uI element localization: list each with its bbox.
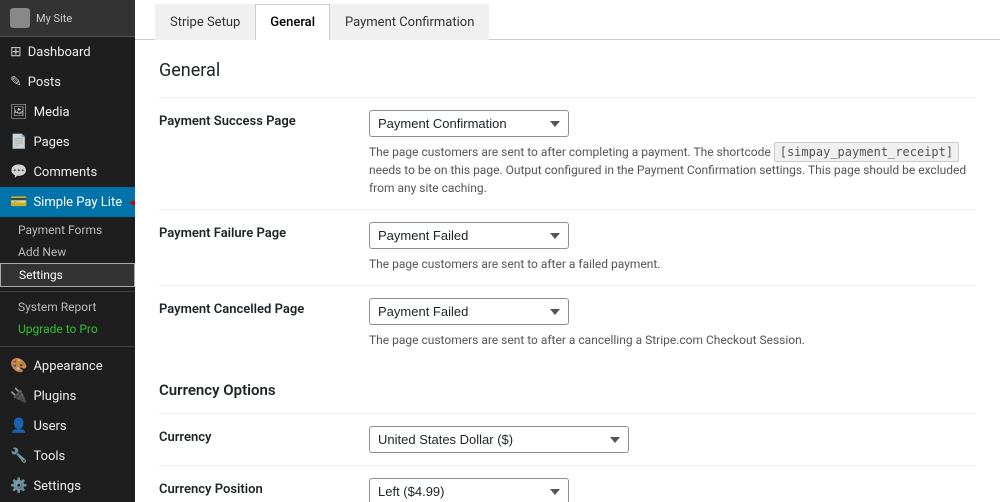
payment-cancelled-row: Payment Cancelled Page Payment Failed Th… bbox=[159, 286, 976, 362]
sub-item-label: Settings bbox=[19, 268, 63, 282]
main-content: Stripe Setup General Payment Confirmatio… bbox=[135, 0, 1000, 502]
payment-cancelled-description: The page customers are sent to after a c… bbox=[369, 331, 969, 349]
desc-prefix: The page customers are sent to after com… bbox=[369, 145, 774, 159]
payment-success-label: Payment Success Page bbox=[159, 98, 359, 210]
sub-item-label: Upgrade to Pro bbox=[18, 322, 98, 336]
sidebar-item-label: Pages bbox=[33, 135, 69, 150]
sidebar-sub-settings[interactable]: Settings bbox=[0, 263, 135, 287]
sidebar-item-label: Dashboard bbox=[28, 45, 91, 60]
currency-label: Currency bbox=[159, 414, 359, 466]
tab-label: General bbox=[270, 15, 315, 30]
site-icon bbox=[10, 8, 30, 28]
currency-row: Currency United States Dollar ($) bbox=[159, 414, 976, 466]
tabs-bar: Stripe Setup General Payment Confirmatio… bbox=[135, 0, 1000, 40]
currency-table: Currency United States Dollar ($) Curren… bbox=[159, 413, 976, 502]
sidebar-item-label: Posts bbox=[28, 75, 61, 90]
sidebar-item-label: Comments bbox=[33, 165, 97, 180]
desc-suffix: needs to be on this page. Output configu… bbox=[369, 163, 966, 195]
sidebar-sub-system-report[interactable]: System Report bbox=[0, 296, 135, 318]
page-title: General bbox=[159, 60, 976, 81]
payment-success-description: The page customers are sent to after com… bbox=[369, 143, 969, 197]
tab-general[interactable]: General bbox=[255, 4, 330, 40]
comments-icon: 💬 bbox=[10, 164, 27, 180]
plugins-icon: 🔌 bbox=[10, 388, 27, 404]
payment-failure-label: Payment Failure Page bbox=[159, 210, 359, 286]
sidebar-logo: My Site bbox=[0, 0, 135, 37]
pages-icon: 📄 bbox=[10, 134, 27, 150]
simpay-icon: 💳 bbox=[10, 194, 27, 210]
payment-failure-description: The page customers are sent to after a f… bbox=[369, 255, 969, 273]
sidebar: My Site ⊞ Dashboard ✎ Posts 🖼 Media 📄 Pa… bbox=[0, 0, 135, 502]
sidebar-item-plugins[interactable]: 🔌 Plugins bbox=[0, 381, 135, 411]
sidebar-item-label: Users bbox=[33, 419, 66, 434]
sidebar-item-appearance[interactable]: 🎨 Appearance bbox=[0, 351, 135, 381]
arrow-indicator: ◄ bbox=[125, 190, 135, 215]
sub-item-label: System Report bbox=[18, 300, 96, 314]
sidebar-item-posts[interactable]: ✎ Posts bbox=[0, 67, 135, 97]
sidebar-item-users[interactable]: 👤 Users bbox=[0, 411, 135, 441]
sidebar-item-pages[interactable]: 📄 Pages bbox=[0, 127, 135, 157]
payment-failure-row: Payment Failure Page Payment Failed The … bbox=[159, 210, 976, 286]
payment-cancelled-select[interactable]: Payment Failed bbox=[369, 298, 569, 325]
tab-label: Stripe Setup bbox=[170, 15, 240, 30]
sidebar-item-settings[interactable]: ⚙️ Settings bbox=[0, 471, 135, 501]
tab-payment-confirmation[interactable]: Payment Confirmation bbox=[330, 4, 489, 40]
tools-icon: 🔧 bbox=[10, 448, 27, 464]
currency-position-field: Left ($4.99) bbox=[359, 466, 976, 502]
currency-field: United States Dollar ($) bbox=[359, 414, 976, 466]
media-icon: 🖼 bbox=[10, 104, 28, 120]
settings-icon: ⚙️ bbox=[10, 478, 27, 494]
users-icon: 👤 bbox=[10, 418, 27, 434]
shortcode-badge: [simpay_payment_receipt] bbox=[774, 142, 959, 162]
tab-label: Payment Confirmation bbox=[345, 15, 474, 30]
sub-item-label: Add New bbox=[18, 245, 66, 259]
currency-position-row: Currency Position Left ($4.99) bbox=[159, 466, 976, 502]
payment-cancelled-label: Payment Cancelled Page bbox=[159, 286, 359, 362]
payment-success-field: Payment Confirmation The page customers … bbox=[359, 98, 976, 210]
dashboard-icon: ⊞ bbox=[10, 44, 22, 60]
currency-position-label: Currency Position bbox=[159, 466, 359, 502]
sidebar-item-label: Simple Pay Lite bbox=[33, 195, 122, 210]
sidebar-item-media[interactable]: 🖼 Media bbox=[0, 97, 135, 127]
sidebar-sub-payment-forms[interactable]: Payment Forms bbox=[0, 219, 135, 241]
sidebar-item-simpay[interactable]: 💳 Simple Pay Lite ◄ bbox=[0, 187, 135, 217]
currency-position-select[interactable]: Left ($4.99) bbox=[369, 478, 569, 502]
sub-item-label: Payment Forms bbox=[18, 223, 102, 237]
appearance-icon: 🎨 bbox=[10, 358, 27, 374]
currency-section-title: Currency Options bbox=[159, 381, 976, 399]
sidebar-item-label: Media bbox=[34, 105, 70, 120]
posts-icon: ✎ bbox=[10, 74, 22, 90]
content-area: General Payment Success Page Payment Con… bbox=[135, 40, 1000, 502]
sidebar-item-label: Plugins bbox=[33, 389, 76, 404]
payment-failure-select[interactable]: Payment Failed bbox=[369, 222, 569, 249]
sidebar-sub-upgrade[interactable]: Upgrade to Pro bbox=[0, 318, 135, 340]
settings-table: Payment Success Page Payment Confirmatio… bbox=[159, 97, 976, 361]
sidebar-item-comments[interactable]: 💬 Comments bbox=[0, 157, 135, 187]
sidebar-item-label: Appearance bbox=[33, 359, 102, 374]
payment-cancelled-field: Payment Failed The page customers are se… bbox=[359, 286, 976, 362]
payment-failure-field: Payment Failed The page customers are se… bbox=[359, 210, 976, 286]
tab-stripe-setup[interactable]: Stripe Setup bbox=[155, 4, 255, 40]
sidebar-sub-add-new[interactable]: Add New bbox=[0, 241, 135, 263]
sidebar-item-dashboard[interactable]: ⊞ Dashboard bbox=[0, 37, 135, 67]
sidebar-item-label: Tools bbox=[33, 449, 65, 464]
site-name: My Site bbox=[36, 12, 72, 25]
payment-success-select[interactable]: Payment Confirmation bbox=[369, 110, 569, 137]
sidebar-item-tools[interactable]: 🔧 Tools bbox=[0, 441, 135, 471]
currency-select[interactable]: United States Dollar ($) bbox=[369, 426, 629, 453]
sidebar-item-label: Settings bbox=[33, 479, 80, 494]
payment-success-row: Payment Success Page Payment Confirmatio… bbox=[159, 98, 976, 210]
